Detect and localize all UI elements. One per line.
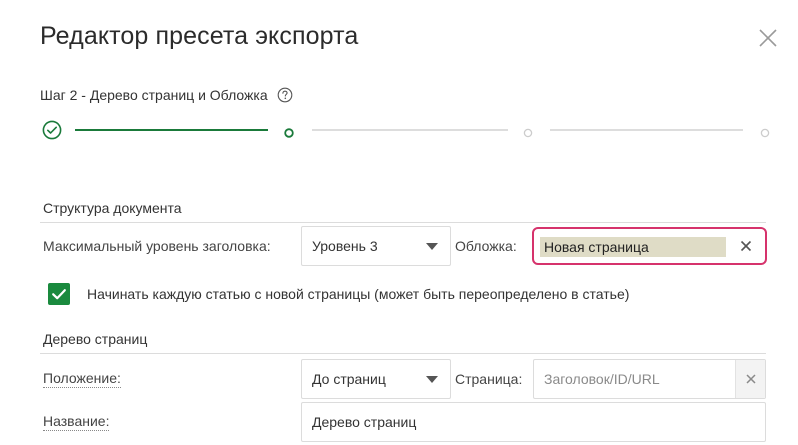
dialog-title: Редактор пресета экспорта	[40, 22, 359, 50]
max-heading-select[interactable]: Уровень 3	[301, 226, 451, 266]
name-input-value: Дерево страниц	[312, 414, 417, 430]
page-clear-button[interactable]	[735, 360, 765, 398]
step-line-2	[312, 129, 508, 131]
name-input[interactable]: Дерево страниц	[301, 402, 766, 442]
check-circle-icon	[42, 120, 62, 140]
cover-clear-button[interactable]	[738, 238, 754, 254]
stepper	[42, 118, 772, 142]
help-icon[interactable]	[277, 87, 293, 103]
step-label: Шаг 2 - Дерево страниц и Обложка	[40, 87, 293, 103]
step-3-pending[interactable]	[523, 125, 533, 143]
section-title-page-tree: Дерево страниц	[43, 331, 148, 347]
caret-down-icon	[426, 243, 438, 250]
close-button[interactable]	[756, 26, 780, 50]
max-heading-label: Максимальный уровень заголовка:	[43, 238, 271, 254]
position-label: Положение:	[43, 370, 121, 388]
caret-down-icon	[426, 376, 438, 383]
new-page-checkbox[interactable]	[48, 283, 70, 305]
step-label-text: Шаг 2 - Дерево страниц и Обложка	[40, 87, 268, 103]
clear-icon	[740, 240, 752, 252]
step-2-current[interactable]	[284, 125, 294, 143]
cover-label: Обложка:	[455, 238, 517, 254]
step-4-pending[interactable]	[760, 125, 770, 143]
current-step-dot-icon	[284, 128, 294, 138]
section-divider	[40, 353, 766, 354]
name-label: Название:	[43, 413, 110, 431]
section-divider	[40, 222, 766, 223]
section-title-document-structure: Структура документа	[43, 200, 182, 216]
step-line-1	[75, 129, 268, 131]
check-icon	[52, 289, 66, 300]
position-select[interactable]: До страниц	[301, 359, 451, 399]
close-icon	[759, 29, 777, 47]
max-heading-value: Уровень 3	[312, 238, 378, 254]
clear-icon	[746, 374, 756, 384]
step-1-done[interactable]	[42, 120, 62, 145]
pending-step-dot-icon	[760, 128, 770, 138]
cover-field[interactable]: Новая страница	[532, 227, 767, 265]
page-search-input[interactable]: Заголовок/ID/URL	[533, 359, 766, 399]
step-line-3	[550, 129, 743, 131]
new-page-checkbox-label[interactable]: Начинать каждую статью с новой страницы …	[87, 286, 629, 302]
position-value: До страниц	[312, 371, 386, 387]
cover-value-chip: Новая страница	[540, 237, 726, 257]
pending-step-dot-icon	[523, 128, 533, 138]
page-label: Страница:	[455, 371, 523, 387]
page-search-placeholder: Заголовок/ID/URL	[544, 371, 660, 387]
